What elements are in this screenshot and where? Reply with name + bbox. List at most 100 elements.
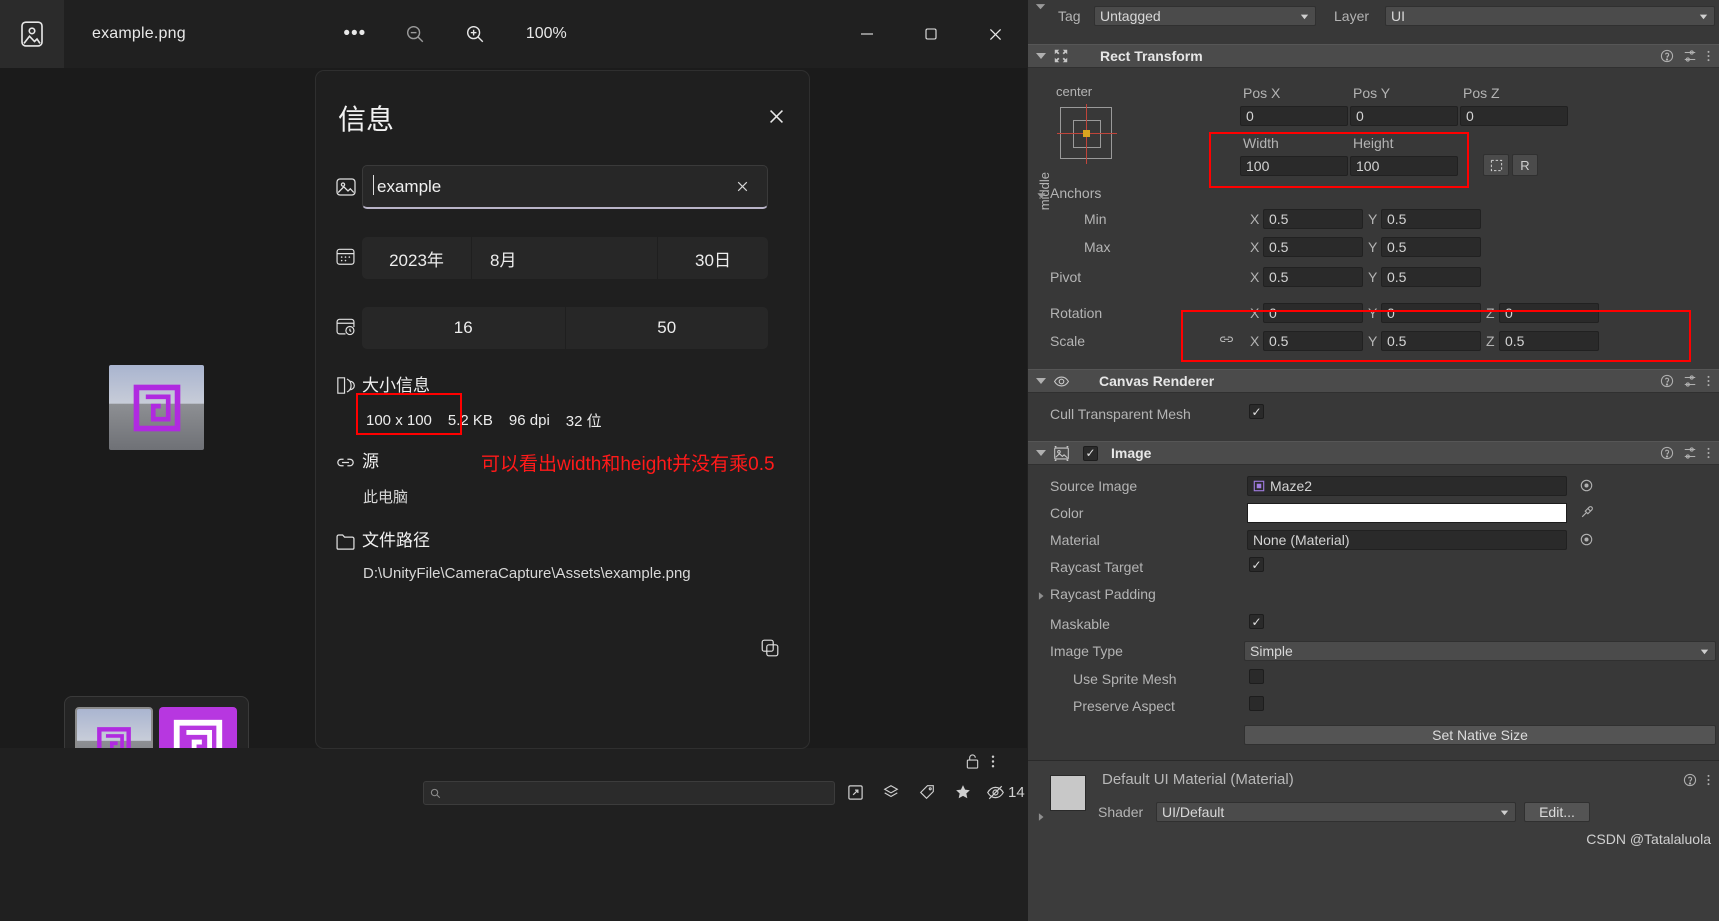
- calendar-icon: [336, 248, 355, 265]
- color-swatch[interactable]: [1247, 503, 1567, 523]
- use-sprite-mesh-checkbox[interactable]: [1249, 669, 1264, 684]
- kebab-icon[interactable]: [1706, 446, 1711, 463]
- source-image-field[interactable]: Maze2: [1247, 476, 1567, 496]
- layers-button[interactable]: [874, 778, 908, 806]
- minimize-button[interactable]: [835, 0, 899, 68]
- foldout-icon[interactable]: [1036, 378, 1046, 384]
- hidden-count-button[interactable]: 14: [982, 778, 1029, 806]
- foldout-icon[interactable]: [1036, 53, 1046, 59]
- min-y-axis: Y: [1368, 211, 1378, 227]
- rect-transform-icon: [1054, 49, 1068, 63]
- info-row-date: 2023年 8月 30日: [316, 237, 768, 279]
- raycast-padding-foldout-icon[interactable]: [1036, 588, 1046, 604]
- copy-path-button[interactable]: [753, 631, 787, 665]
- layer-label: Layer: [1334, 8, 1370, 24]
- image-type-value: Simple: [1250, 643, 1293, 659]
- anchor-min-y-field[interactable]: 0.5: [1381, 209, 1481, 229]
- time-minute-field[interactable]: 50: [566, 307, 769, 349]
- maskable-label: Maskable: [1050, 616, 1110, 632]
- set-native-size-button[interactable]: Set Native Size: [1244, 725, 1716, 745]
- material-footer-foldout-icon[interactable]: [1036, 809, 1046, 825]
- lock-button[interactable]: [965, 753, 980, 775]
- pivot-x-axis: X: [1250, 269, 1260, 285]
- help-icon[interactable]: [1660, 49, 1674, 66]
- image-component-header[interactable]: ✓ Image: [1028, 441, 1719, 465]
- close-icon: [989, 28, 1001, 40]
- image-enabled-checkbox[interactable]: ✓: [1083, 445, 1098, 461]
- photo-preview[interactable]: [109, 365, 204, 450]
- raycast-target-checkbox[interactable]: ✓: [1249, 557, 1264, 572]
- help-icon[interactable]: [1660, 374, 1674, 391]
- pivot-y-field[interactable]: 0.5: [1381, 267, 1481, 287]
- rect-transform-header[interactable]: Rect Transform: [1028, 44, 1719, 68]
- preset-icon[interactable]: [1683, 446, 1697, 463]
- help-icon[interactable]: [1660, 446, 1674, 463]
- anchor-preset-horizontal-label: center: [1056, 84, 1093, 99]
- kebab-icon[interactable]: [1706, 773, 1711, 790]
- tag-dropdown[interactable]: Untagged: [1094, 6, 1316, 26]
- pos-z-label: Pos Z: [1463, 85, 1500, 101]
- cull-transparent-mesh-checkbox[interactable]: ✓: [1249, 404, 1264, 419]
- preset-icon[interactable]: [1683, 374, 1697, 391]
- lock-icon: [966, 754, 979, 769]
- anchor-max-y-field[interactable]: 0.5: [1381, 237, 1481, 257]
- anchor-max-x-field[interactable]: 0.5: [1263, 237, 1363, 257]
- zoom-in-button[interactable]: [456, 17, 494, 51]
- search-input[interactable]: [423, 781, 835, 805]
- eye-off-icon: [987, 785, 1004, 799]
- maskable-checkbox[interactable]: ✓: [1249, 614, 1264, 629]
- zoom-out-button[interactable]: [396, 17, 434, 51]
- shader-dropdown[interactable]: UI/Default: [1156, 802, 1516, 822]
- layer-dropdown[interactable]: UI: [1385, 6, 1715, 26]
- tag-button[interactable]: [910, 778, 944, 806]
- info-row-path: 文件路径 D:\UnityFile\CameraCapture\Assets\e…: [316, 526, 691, 582]
- date-segments: 2023年 8月 30日: [362, 237, 768, 279]
- date-day-field[interactable]: 30日: [658, 237, 768, 279]
- pivot-x-field[interactable]: 0.5: [1263, 267, 1363, 287]
- close-button[interactable]: [963, 0, 1027, 68]
- pivot-label: Pivot: [1050, 269, 1082, 285]
- anchors-foldout-icon[interactable]: [1036, 188, 1047, 204]
- foldout-icon[interactable]: [1036, 450, 1046, 456]
- time-hour-field[interactable]: 16: [362, 307, 566, 349]
- date-month-field[interactable]: 8月: [472, 237, 658, 279]
- pos-y-label: Pos Y: [1353, 85, 1391, 101]
- external-link-icon: [847, 784, 863, 800]
- kebab-icon[interactable]: [1706, 374, 1711, 391]
- pos-z-field[interactable]: 0: [1460, 106, 1568, 126]
- blueprint-mode-button[interactable]: [1483, 154, 1509, 176]
- external-link-button[interactable]: [838, 778, 872, 806]
- anchor-preset-button[interactable]: [1057, 104, 1117, 164]
- layers-icon: [883, 785, 899, 798]
- pos-x-field[interactable]: 0: [1240, 106, 1348, 126]
- source-image-picker-button[interactable]: [1580, 479, 1593, 495]
- material-picker-button[interactable]: [1580, 533, 1593, 549]
- name-input[interactable]: example: [362, 165, 768, 209]
- raw-mode-button[interactable]: R: [1512, 154, 1538, 176]
- name-clear-button[interactable]: [729, 174, 755, 200]
- info-close-button[interactable]: [757, 97, 795, 135]
- help-icon[interactable]: [1683, 773, 1697, 790]
- more-menu-button[interactable]: [990, 753, 996, 775]
- rect-transform-header-icons: [1660, 49, 1711, 66]
- preserve-aspect-checkbox[interactable]: [1249, 696, 1264, 711]
- gameobject-foldout-icon[interactable]: [1034, 0, 1047, 16]
- tag-value: Untagged: [1100, 8, 1161, 24]
- pos-y-field[interactable]: 0: [1350, 106, 1458, 126]
- anchor-min-x-field[interactable]: 0.5: [1263, 209, 1363, 229]
- max-y-axis: Y: [1368, 239, 1378, 255]
- more-options-button[interactable]: •••: [336, 17, 374, 51]
- photos-window: example.png ••• 100% 14 信息 example 2023年…: [0, 0, 1027, 921]
- material-field[interactable]: None (Material): [1247, 530, 1567, 550]
- kebab-icon[interactable]: [1706, 49, 1711, 66]
- shader-edit-button[interactable]: Edit...: [1524, 802, 1590, 822]
- favorite-button[interactable]: [946, 778, 980, 806]
- color-label: Color: [1050, 505, 1084, 521]
- maximize-button[interactable]: [899, 0, 963, 68]
- color-eyedropper-button[interactable]: [1580, 505, 1594, 522]
- date-year-field[interactable]: 2023年: [362, 237, 472, 279]
- image-type-dropdown[interactable]: Simple: [1244, 641, 1716, 661]
- maze-graphic: [133, 384, 180, 431]
- canvas-renderer-header[interactable]: Canvas Renderer: [1028, 369, 1719, 393]
- preset-icon[interactable]: [1683, 49, 1697, 66]
